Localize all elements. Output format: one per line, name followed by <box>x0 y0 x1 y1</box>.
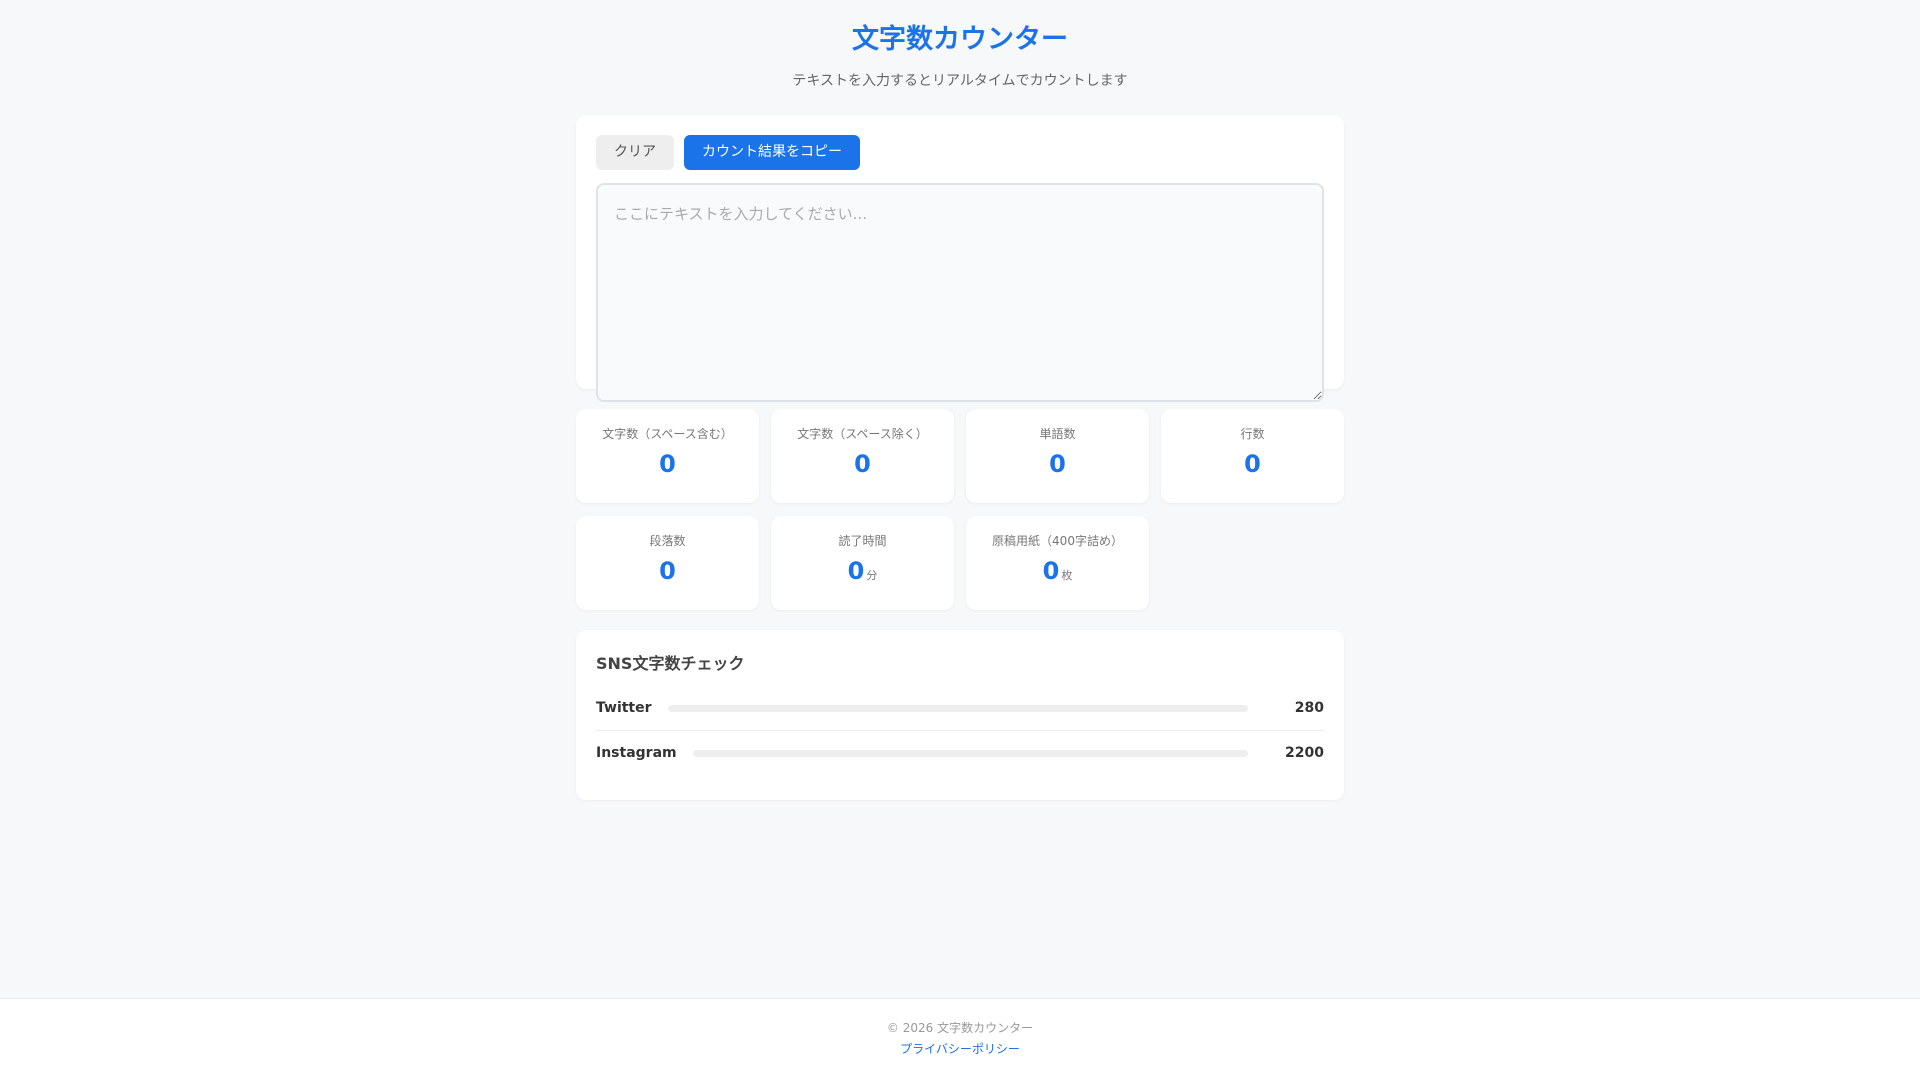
stat-number: 0 <box>1244 450 1261 478</box>
text-input[interactable] <box>596 183 1324 402</box>
stat-value: 0分 <box>771 556 954 591</box>
sns-row-twitter: Twitter 280 <box>596 686 1324 730</box>
stat-value: 0枚 <box>966 556 1149 591</box>
stat-label: 文字数（スペース除く） <box>797 427 928 441</box>
stat-number: 0 <box>1042 557 1060 585</box>
stat-value: 0 <box>966 449 1149 479</box>
header: 文字数カウンター テキストを入力するとリアルタイムでカウントします <box>576 22 1344 91</box>
stat-lines: 行数 0 <box>1161 409 1344 503</box>
stat-number: 0 <box>1049 450 1066 478</box>
stat-words: 単語数 0 <box>966 409 1149 503</box>
sns-progress-bar <box>692 749 1248 757</box>
stat-reading-time: 読了時間 0分 <box>771 516 954 610</box>
sns-name: Instagram <box>596 745 677 761</box>
page-title: 文字数カウンター <box>852 24 1068 55</box>
stat-number: 0 <box>659 557 676 585</box>
toolbar: クリア カウント結果をコピー <box>596 135 1324 170</box>
stat-label: 読了時間 <box>838 534 887 548</box>
stat-label: 文字数（スペース含む） <box>602 427 733 441</box>
privacy-policy-link[interactable]: プライバシーポリシー <box>900 1040 1020 1058</box>
page: 文字数カウンター テキストを入力するとリアルタイムでカウントします クリア カウ… <box>576 0 1344 800</box>
stat-unit: 枚 <box>1061 569 1073 582</box>
stat-number: 0 <box>847 557 865 585</box>
copy-result-button[interactable]: カウント結果をコピー <box>684 135 860 170</box>
stat-number: 0 <box>854 450 871 478</box>
stat-number: 0 <box>659 450 676 478</box>
stats-grid: 文字数（スペース含む） 0 文字数（スペース除く） 0 単語数 0 行数 0 段… <box>576 409 1344 610</box>
stat-unit: 分 <box>866 569 878 582</box>
clear-button[interactable]: クリア <box>596 135 674 170</box>
stat-paragraphs: 段落数 0 <box>576 516 759 610</box>
sns-title: SNS文字数チェック <box>596 654 745 673</box>
copyright-text: © 2026 文字数カウンター <box>886 1021 1034 1035</box>
stat-value: 0 <box>576 556 759 586</box>
stat-label: 行数 <box>1240 427 1265 441</box>
stat-chars-with-spaces: 文字数（スペース含む） 0 <box>576 409 759 503</box>
sns-row-instagram: Instagram 2200 <box>596 730 1324 775</box>
stat-label: 単語数 <box>1039 427 1076 441</box>
editor-card: クリア カウント結果をコピー <box>576 115 1344 402</box>
stat-manuscript-pages: 原稿用紙（400字詰め） 0枚 <box>966 516 1149 610</box>
stat-value: 0 <box>1161 449 1344 479</box>
sns-limit: 2200 <box>1285 745 1324 761</box>
stat-chars-without-spaces: 文字数（スペース除く） 0 <box>771 409 954 503</box>
sns-name: Twitter <box>596 700 652 716</box>
stat-label: 原稿用紙（400字詰め） <box>992 534 1123 548</box>
sns-progress-bar <box>667 704 1248 712</box>
stat-value: 0 <box>771 449 954 479</box>
stat-value: 0 <box>576 449 759 479</box>
page-subtitle: テキストを入力するとリアルタイムでカウントします <box>792 73 1128 89</box>
stat-label: 段落数 <box>649 534 686 548</box>
footer: © 2026 文字数カウンター プライバシーポリシー <box>0 998 1920 1080</box>
sns-limit: 280 <box>1294 700 1324 716</box>
sns-card: SNS文字数チェック Twitter 280 Instagram 2200 <box>576 630 1344 800</box>
